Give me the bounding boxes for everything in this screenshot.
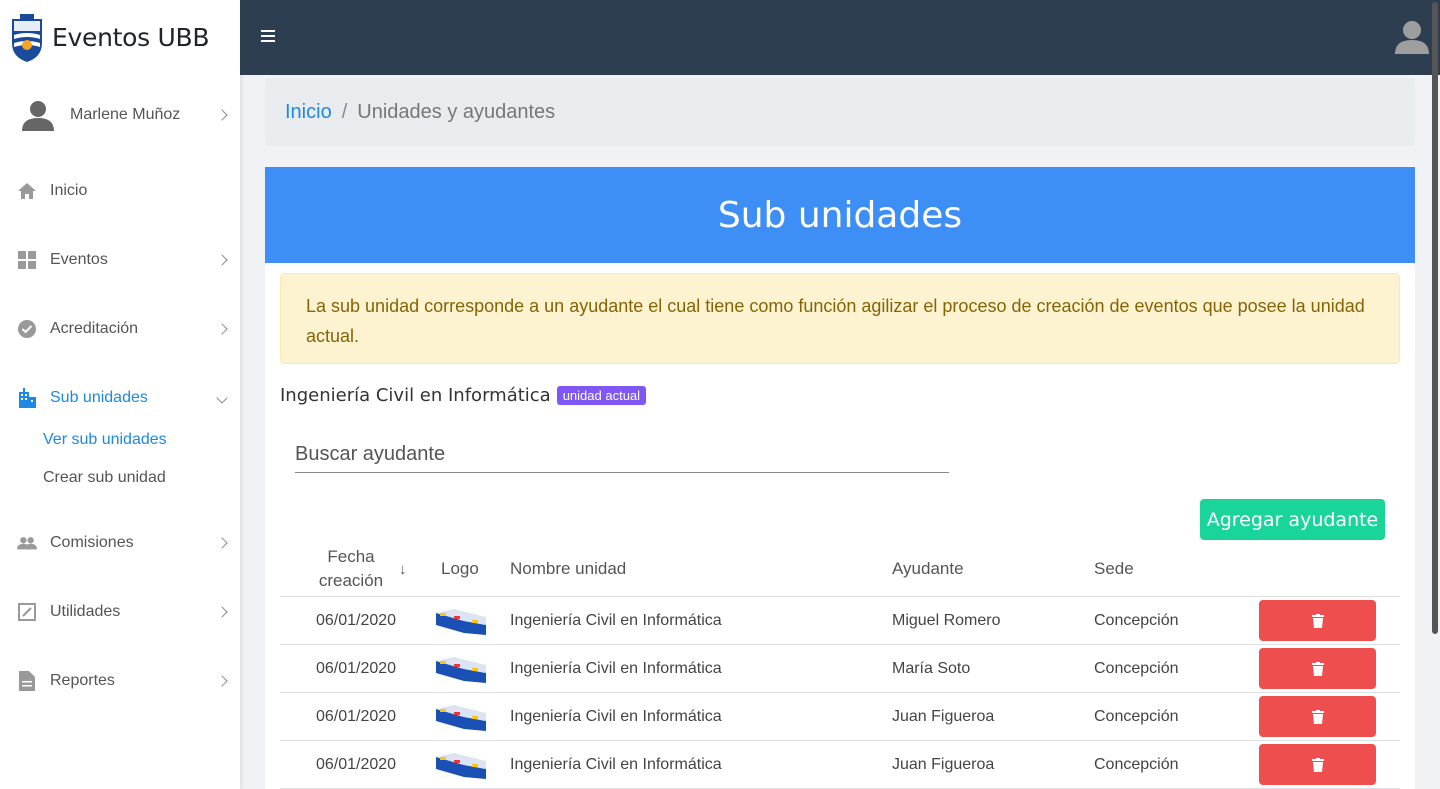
column-header-fecha-line1: Fecha: [327, 546, 375, 566]
chevron-right-icon: [216, 537, 228, 549]
sidebar-item-label: Eventos: [50, 251, 108, 268]
chevron-right-icon: [216, 254, 228, 266]
building-icon: [17, 388, 37, 408]
column-header-logo: Logo: [441, 558, 479, 578]
page-title: Sub unidades: [717, 194, 963, 236]
sub-units-card: Sub unidades La sub unidad corresponde a…: [265, 167, 1415, 789]
user-menu[interactable]: Marlene Muñoz: [0, 95, 240, 135]
delete-button[interactable]: [1259, 648, 1376, 689]
table-header: Fecha creación ↓ Logo Nombre unidad Ayud…: [280, 540, 1400, 597]
chevron-down-icon: [216, 392, 228, 404]
sidebar-item-inicio[interactable]: Inicio: [0, 171, 240, 211]
unit-logo-image: [434, 597, 488, 645]
ubb-shield-logo: [12, 13, 42, 62]
table-row: 06/01/2020 Ingeniería Civil en Informáti…: [280, 597, 1400, 645]
cell-sede: Concepción: [1094, 612, 1179, 629]
info-alert: La sub unidad corresponde a un ayudante …: [280, 273, 1400, 364]
topbar: [240, 0, 1440, 75]
edit-square-icon: [17, 602, 37, 622]
brand-name: Eventos UBB: [52, 23, 210, 52]
sidebar-item-utilidades[interactable]: Utilidades: [0, 592, 240, 632]
cell-ayudante: Juan Figueroa: [892, 756, 995, 773]
document-icon: [17, 671, 37, 691]
cell-nombre-unidad: Ingeniería Civil en Informática: [510, 612, 722, 629]
sidebar-subitem-crear-sub-unidad[interactable]: Crear sub unidad: [43, 469, 166, 487]
chevron-right-icon: [216, 323, 228, 335]
trash-icon: [1311, 661, 1324, 676]
user-avatar-icon[interactable]: [1394, 20, 1430, 54]
check-circle-icon: [17, 319, 37, 339]
cell-nombre-unidad: Ingeniería Civil en Informática: [510, 756, 722, 773]
unit-logo-image: [434, 645, 488, 693]
trash-icon: [1311, 709, 1324, 724]
current-unit-badge: unidad actual: [556, 386, 647, 405]
unit-logo-image: [434, 693, 488, 741]
sidebar-item-comisiones[interactable]: Comisiones: [0, 523, 240, 563]
sidebar: Eventos UBB Marlene Muñoz Inicio Eventos…: [0, 0, 240, 789]
cell-sede: Concepción: [1094, 708, 1179, 725]
chevron-right-icon: [216, 109, 228, 121]
sidebar-item-label: Comisiones: [50, 534, 134, 551]
cell-fecha: 06/01/2020: [316, 756, 397, 773]
delete-button[interactable]: [1259, 744, 1376, 785]
chevron-right-icon: [216, 675, 228, 687]
delete-button[interactable]: [1259, 696, 1376, 737]
column-header-ayudante: Ayudante: [892, 558, 964, 578]
search-assistant-input[interactable]: [295, 437, 949, 473]
breadcrumb: Inicio / Unidades y ayudantes: [265, 78, 1415, 146]
cell-sede: Concepción: [1094, 756, 1179, 773]
user-name: Marlene Muñoz: [70, 106, 181, 123]
cell-nombre-unidad: Ingeniería Civil en Informática: [510, 660, 722, 677]
breadcrumb-home-link[interactable]: Inicio: [285, 101, 332, 124]
table-row: 06/01/2020 Ingeniería Civil en Informáti…: [280, 645, 1400, 693]
delete-button[interactable]: [1259, 600, 1376, 641]
cell-sede: Concepción: [1094, 660, 1179, 677]
page-scrollbar[interactable]: [1432, 2, 1438, 634]
sidebar-item-label: Inicio: [50, 182, 88, 199]
sidebar-subitem-ver-sub-unidades[interactable]: Ver sub unidades: [43, 431, 167, 449]
breadcrumb-separator: /: [341, 100, 348, 123]
user-avatar-icon: [22, 101, 54, 131]
table-row: 06/01/2020 Ingeniería Civil en Informáti…: [280, 693, 1400, 741]
cell-ayudante: Miguel Romero: [892, 612, 1001, 629]
brand[interactable]: Eventos UBB: [0, 0, 240, 75]
current-unit-name: Ingeniería Civil en Informática: [280, 385, 551, 406]
table-row: 06/01/2020 Ingeniería Civil en Informáti…: [280, 741, 1400, 789]
cell-fecha: 06/01/2020: [316, 708, 397, 725]
cell-nombre-unidad: Ingeniería Civil en Informática: [510, 708, 722, 725]
sidebar-item-acreditacion[interactable]: Acreditación: [0, 309, 240, 349]
column-header-sede: Sede: [1094, 558, 1134, 578]
people-icon: [17, 533, 37, 553]
cell-fecha: 06/01/2020: [316, 612, 397, 629]
cell-fecha: 06/01/2020: [316, 660, 397, 677]
column-header-nombre: Nombre unidad: [510, 558, 627, 578]
cell-ayudante: Juan Figueroa: [892, 708, 995, 725]
sidebar-item-label: Reportes: [50, 672, 115, 689]
trash-icon: [1311, 757, 1324, 772]
sort-arrow-down-icon[interactable]: ↓: [399, 561, 407, 578]
sidebar-item-label: Acreditación: [50, 320, 139, 337]
breadcrumb-current: Unidades y ayudantes: [357, 100, 556, 123]
home-icon: [17, 181, 37, 201]
assistants-table: Fecha creación ↓ Logo Nombre unidad Ayud…: [280, 540, 1400, 789]
hamburger-menu-icon[interactable]: [261, 30, 275, 42]
cell-ayudante: María Soto: [892, 660, 971, 677]
trash-icon: [1311, 613, 1324, 628]
column-header-fecha-line2: creación: [318, 570, 384, 590]
card-header: Sub unidades: [265, 167, 1415, 263]
unit-logo-image: [434, 741, 488, 789]
sidebar-item-label: Utilidades: [50, 603, 121, 620]
sidebar-item-eventos[interactable]: Eventos: [0, 240, 240, 280]
current-unit-title: Ingeniería Civil en Informática unidad a…: [280, 385, 647, 406]
chevron-right-icon: [216, 606, 228, 618]
dashboard-icon: [17, 250, 37, 270]
sidebar-item-sub-unidades[interactable]: Sub unidades: [0, 378, 240, 418]
sidebar-item-reportes[interactable]: Reportes: [0, 661, 240, 701]
column-header-fecha[interactable]: Fecha creación: [316, 540, 386, 597]
sidebar-item-label: Sub unidades: [50, 389, 148, 406]
add-assistant-button[interactable]: Agregar ayudante: [1200, 499, 1385, 540]
